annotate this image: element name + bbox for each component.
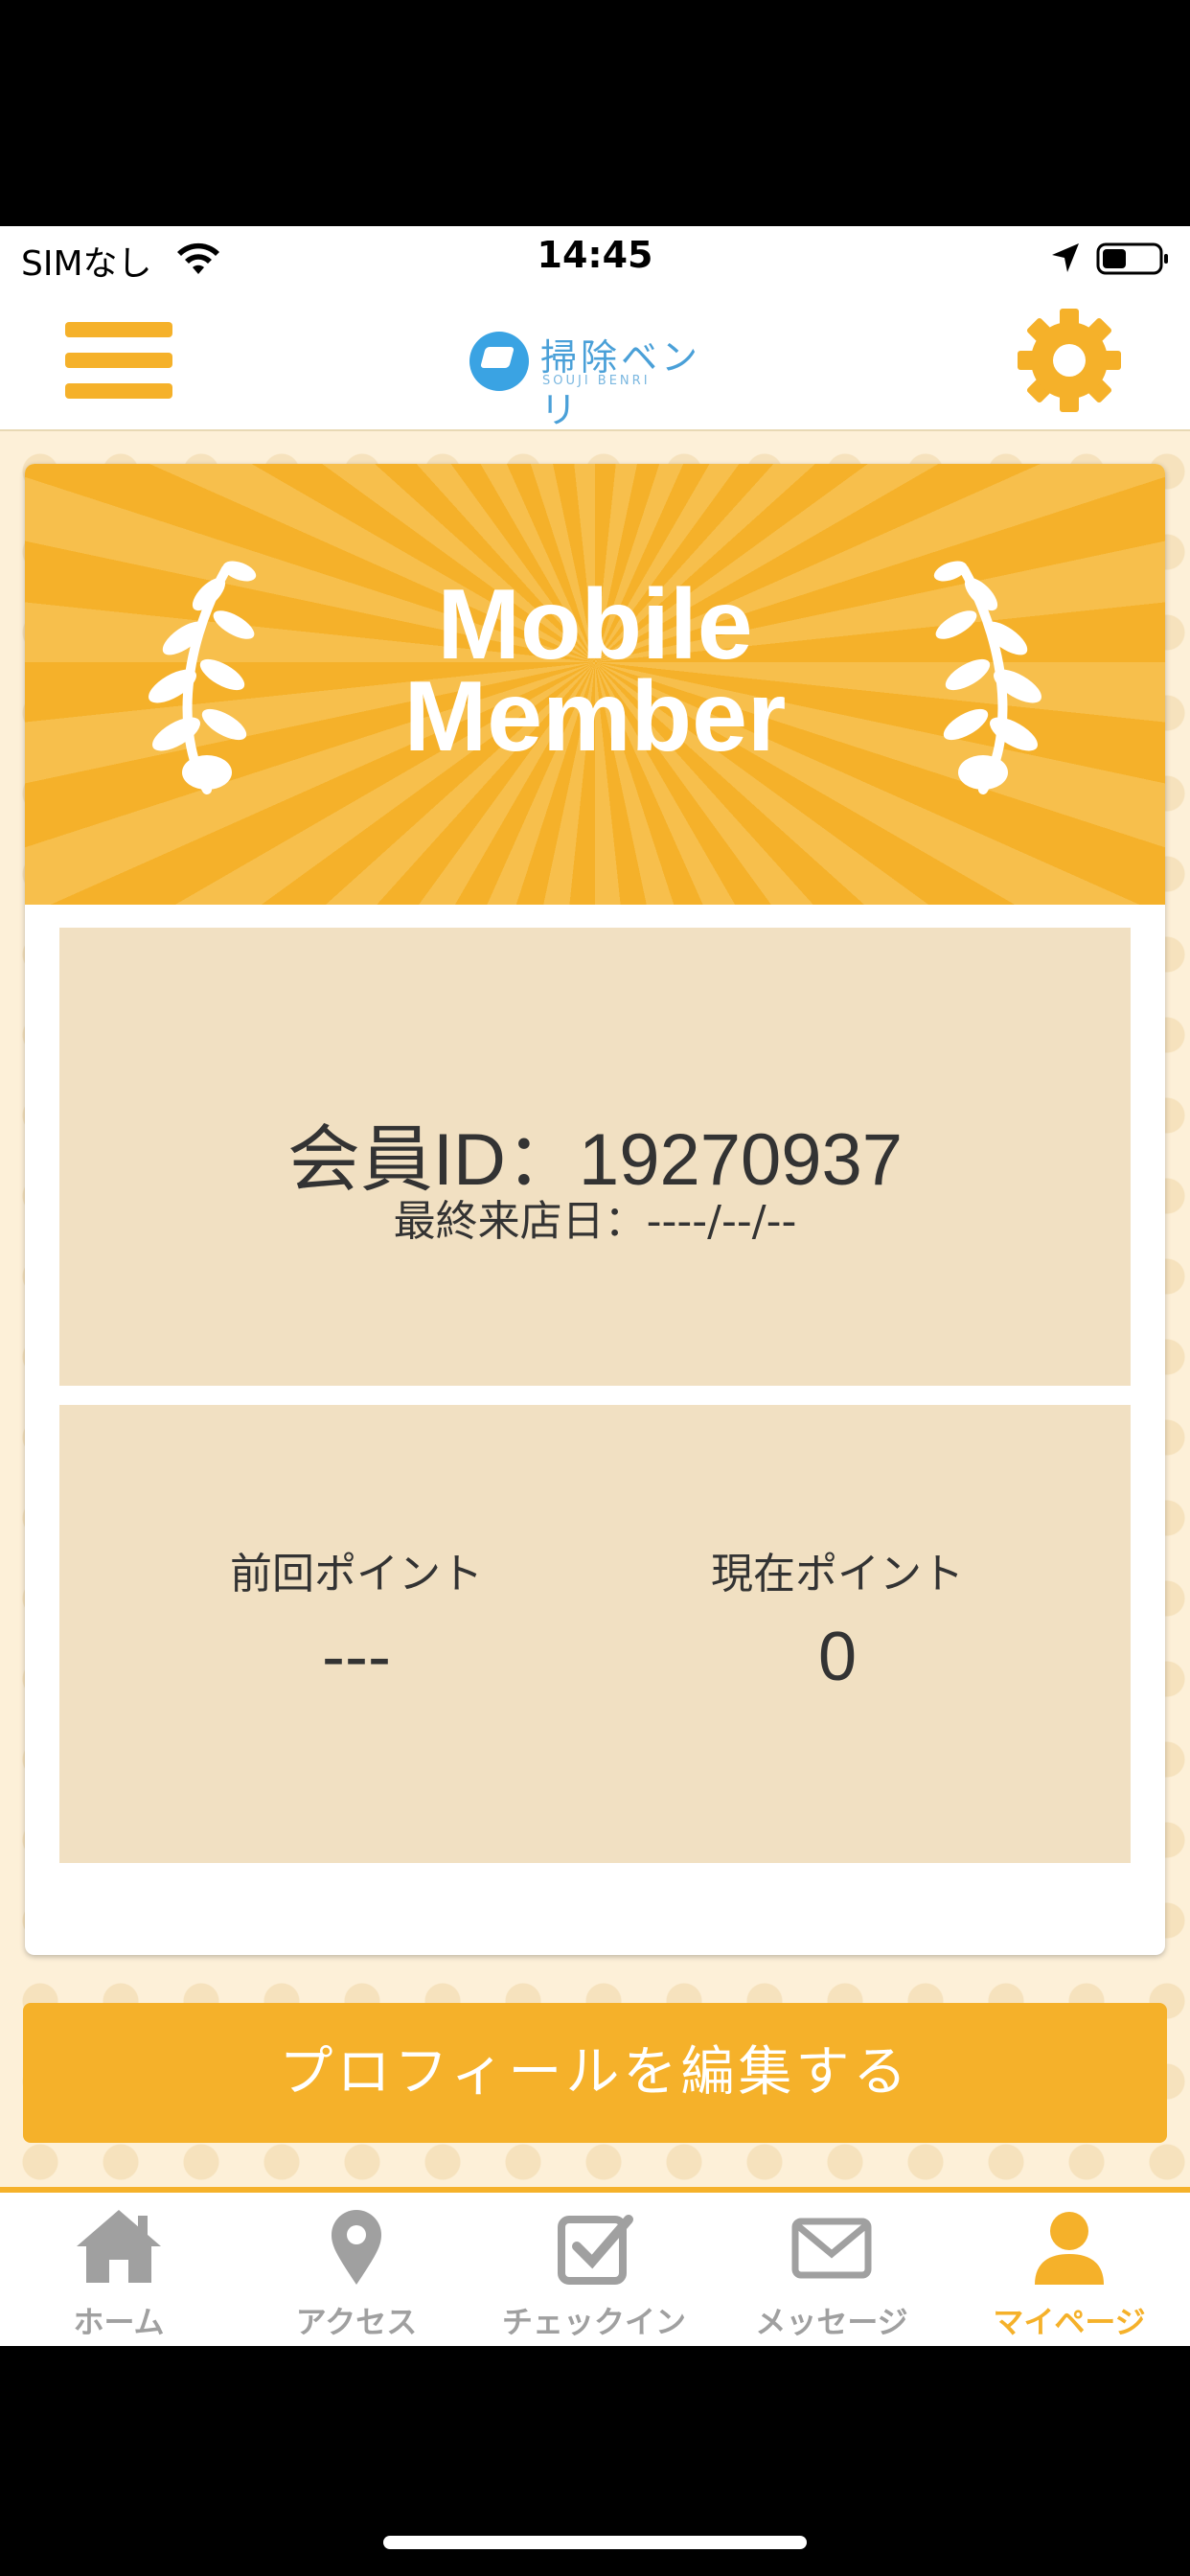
- member-id-panel: 会員ID：19270937 最終来店日：----/--/--: [59, 928, 1131, 1386]
- gear-icon[interactable]: [1016, 307, 1123, 414]
- nav-mypage[interactable]: マイページ: [950, 2193, 1188, 2346]
- laurel-right-icon: [933, 561, 1041, 794]
- mobile-member-banner: Mobile Member: [25, 464, 1165, 905]
- battery-icon: [1096, 242, 1168, 275]
- hamburger-menu-button[interactable]: [65, 314, 172, 406]
- map-pin-icon: [332, 2210, 381, 2285]
- nav-checkin[interactable]: チェックイン: [475, 2193, 713, 2346]
- menu-line: [65, 383, 172, 399]
- location-arrow-icon: [1052, 243, 1079, 272]
- user-icon: [1035, 2212, 1104, 2285]
- logo-subtext: SOUJI BENRI: [542, 374, 651, 388]
- points-panel: 前回ポイント --- 現在ポイント 0: [59, 1405, 1131, 1863]
- menu-line: [65, 353, 172, 368]
- current-points: 現在ポイント 0: [646, 1539, 1029, 1696]
- nav-home[interactable]: ホーム: [0, 2193, 238, 2346]
- home-indicator[interactable]: [383, 2536, 807, 2549]
- nav-mypage-label: マイページ: [993, 2304, 1146, 2340]
- spray-bottle-icon: [469, 332, 529, 391]
- bottom-nav: ホーム アクセス チェックイン メッセージ マイページ: [0, 2187, 1190, 2352]
- nav-checkin-label: チェックイン: [501, 2304, 686, 2340]
- nav-message-label: メッセージ: [755, 2304, 908, 2340]
- top-black-bar: [0, 0, 1190, 226]
- previous-points: 前回ポイント ---: [165, 1539, 548, 1696]
- status-bar: SIMなし 14:45: [0, 226, 1190, 293]
- envelope-icon: [791, 2218, 872, 2279]
- app-header: 掃除ベンリ SOUJI BENRI: [0, 293, 1190, 431]
- menu-line: [65, 322, 172, 337]
- home-icon: [77, 2210, 161, 2283]
- edit-profile-button[interactable]: プロフィールを編集する: [23, 2003, 1167, 2143]
- checkbox-icon: [558, 2215, 633, 2285]
- nav-message[interactable]: メッセージ: [713, 2193, 950, 2346]
- current-points-label: 現在ポイント: [711, 1550, 964, 1598]
- clock: 14:45: [537, 234, 653, 276]
- nav-access-label: アクセス: [295, 2304, 418, 2340]
- previous-points-label: 前回ポイント: [230, 1550, 483, 1598]
- app-logo: 掃除ベンリ SOUJI BENRI: [469, 326, 728, 431]
- current-points-value: 0: [817, 1619, 858, 1695]
- member-card: Mobile Member 会員ID：19270937 最終来店日：----/-…: [25, 464, 1165, 1955]
- previous-points-value: ---: [322, 1619, 391, 1695]
- nav-access[interactable]: アクセス: [238, 2193, 475, 2346]
- last-visit-date: 最終来店日：----/--/--: [393, 1197, 797, 1246]
- nav-home-label: ホーム: [73, 2304, 165, 2340]
